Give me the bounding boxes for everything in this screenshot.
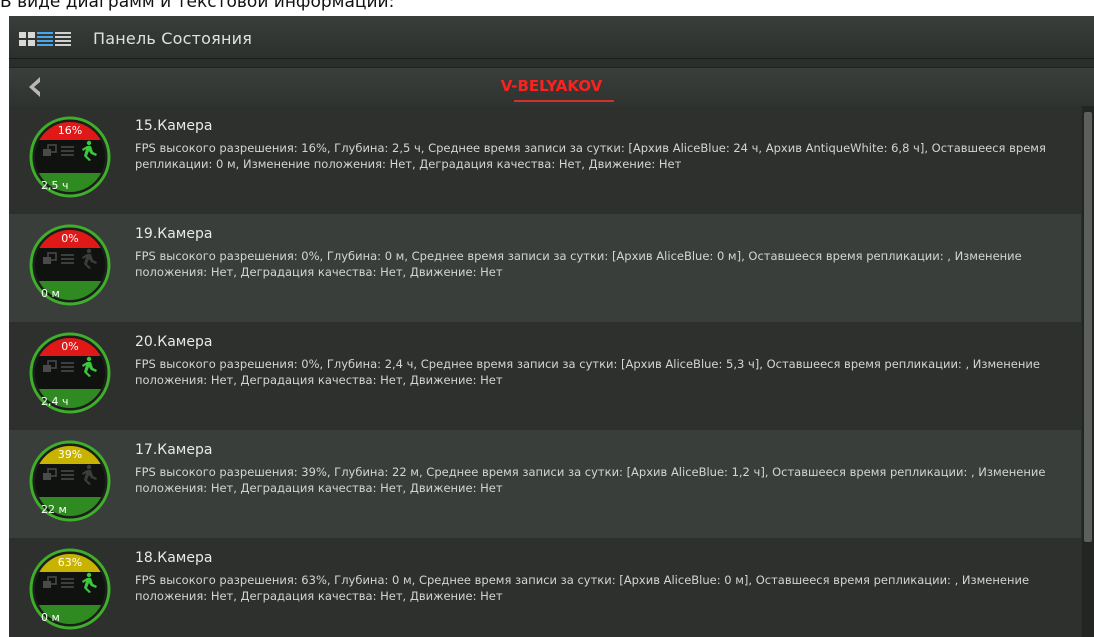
compact-list-icon[interactable]: [55, 32, 71, 46]
depth-label: 0 м: [41, 611, 60, 624]
fps-label: 63%: [58, 556, 82, 569]
camera-row[interactable]: 0% 0 м 19.Камера FPS высокого разрешения: 0…: [9, 214, 1081, 322]
fps-label: 0%: [61, 232, 78, 245]
view-mode-switcher: [19, 32, 71, 46]
server-name-underline: [514, 100, 614, 102]
camera-name: 20.Камера: [135, 334, 213, 350]
grid-view-icon[interactable]: [19, 32, 35, 46]
camera-name: 19.Камера: [135, 226, 213, 242]
camera-status-gauge: 0% 2,4 ч: [29, 332, 111, 414]
depth-label: 2,4 ч: [41, 395, 69, 408]
camera-status-gauge: 39% 22 м: [29, 440, 111, 522]
camera-status-gauge: 16% 2,5 ч: [29, 116, 111, 198]
depth-label: 22 м: [41, 503, 67, 516]
camera-name: 18.Камера: [135, 550, 213, 566]
list-view-icon[interactable]: [37, 32, 53, 46]
camera-name: 15.Камера: [135, 118, 213, 134]
panel-title: Панель Состояния: [93, 29, 253, 48]
status-panel-window: Панель Состояния V-BELYAKOV 16% 2,5 ч 15.К…: [9, 16, 1094, 637]
fps-label: 39%: [58, 448, 82, 461]
server-name: V-BELYAKOV: [500, 77, 603, 95]
depth-label: 0 м: [41, 287, 60, 300]
camera-row[interactable]: 16% 2,5 ч 15.Камера FPS высокого разрешения…: [9, 106, 1081, 214]
camera-description: FPS высокого разрешения: 63%, Глубина: 0…: [135, 573, 1030, 603]
camera-row[interactable]: 39% 22 м 17.Камера FPS высокого разрешения:…: [9, 430, 1081, 538]
camera-row[interactable]: 0% 2,4 ч 20.Камера FPS высокого разрешения:…: [9, 322, 1081, 430]
fps-label: 16%: [58, 124, 82, 137]
camera-description: FPS высокого разрешения: 39%, Глубина: 2…: [135, 465, 1046, 495]
camera-status-gauge: 63% 0 м: [29, 548, 111, 630]
depth-label: 2,5 ч: [41, 179, 69, 192]
server-bar: V-BELYAKOV: [9, 67, 1094, 107]
camera-description: FPS высокого разрешения: 16%, Глубина: 2…: [135, 141, 1046, 171]
camera-row[interactable]: 63% 0 м 18.Камера FPS высокого разрешения: …: [9, 538, 1081, 637]
scrollbar[interactable]: [1082, 106, 1094, 637]
camera-description: FPS высокого разрешения: 0%, Глубина: 2,…: [135, 357, 1040, 387]
scrollbar-thumb[interactable]: [1084, 112, 1092, 542]
fps-label: 0%: [61, 340, 78, 353]
title-bar: Панель Состояния: [9, 16, 1094, 59]
page-caption: В виде диаграмм и текстовой информации:: [0, 0, 395, 12]
camera-status-gauge: 0% 0 м: [29, 224, 111, 306]
camera-name: 17.Камера: [135, 442, 213, 458]
camera-description: FPS высокого разрешения: 0%, Глубина: 0 …: [135, 249, 1022, 279]
camera-list: 16% 2,5 ч 15.Камера FPS высокого разрешения…: [9, 106, 1081, 637]
